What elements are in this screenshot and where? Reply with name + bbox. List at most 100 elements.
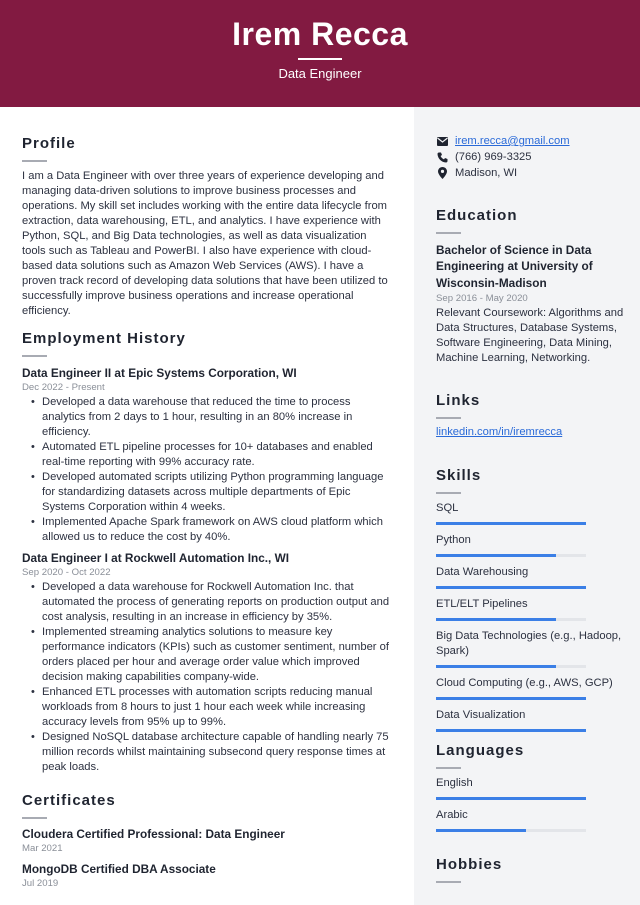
hobbies-section: Hobbies	[436, 856, 626, 883]
languages-section: Languages English Arabic	[436, 742, 626, 840]
skill-item-level-bar	[436, 696, 586, 700]
skill-item: Data Warehousing	[436, 565, 626, 589]
section-divider	[436, 232, 461, 234]
skill-item-level-fill	[436, 617, 556, 621]
language-item: English	[436, 776, 626, 800]
language-item-label: Arabic	[436, 808, 468, 821]
section-divider	[22, 817, 47, 819]
employment-section: Employment History Data Engineer II at E…	[22, 330, 392, 775]
contact-email: irem.recca@gmail.com	[436, 133, 570, 149]
language-item: Arabic	[436, 808, 626, 832]
sidebar: irem.recca@gmail.com (766) 969-3325 Madi…	[414, 107, 640, 905]
section-title: Hobbies	[436, 856, 503, 873]
skill-item: Cloud Computing (e.g., AWS, GCP)	[436, 676, 626, 700]
skill-item-level-fill	[436, 728, 586, 732]
skill-item-label: SQL	[436, 501, 459, 514]
job-bullet: Automated ETL pipeline processes for 10+…	[22, 440, 392, 470]
languages-list: English Arabic	[436, 776, 626, 832]
job-bullet: Enhanced ETL processes with automation s…	[22, 685, 392, 730]
job-dates: Dec 2022 - Present	[22, 381, 105, 393]
skill-item-level-bar	[436, 521, 586, 525]
certificate-date: Mar 2021	[22, 842, 63, 854]
section-divider	[436, 492, 461, 494]
skill-item-level-fill	[436, 585, 586, 589]
header-divider	[298, 58, 342, 60]
skill-item-level-bar	[436, 664, 586, 668]
language-item-level-fill	[436, 828, 526, 832]
job-title: Data Engineer II at Epic Systems Corpora…	[22, 365, 297, 380]
phone-icon	[436, 151, 448, 163]
section-title: Education	[436, 207, 518, 224]
job-title: Data Engineer I at Rockwell Automation I…	[22, 550, 289, 565]
section-title: Certificates	[22, 792, 116, 809]
section-divider	[436, 881, 461, 883]
skill-item-label: Cloud Computing (e.g., AWS, GCP)	[436, 676, 613, 689]
skill-item: Python	[436, 533, 626, 557]
section-divider	[22, 355, 47, 357]
linkedin-link[interactable]: linkedin.com/in/iremrecca	[436, 426, 562, 438]
certificates-section: Certificates Cloudera Certified Professi…	[22, 792, 392, 889]
phone-number: (766) 969-3325	[455, 151, 532, 163]
skill-item-level-bar	[436, 553, 586, 557]
contact-section: irem.recca@gmail.com (766) 969-3325 Madi…	[436, 133, 570, 181]
job-entry: Data Engineer II at Epic Systems Corpora…	[22, 366, 392, 545]
skill-item-level-fill	[436, 521, 586, 525]
location-text: Madison, WI	[455, 167, 518, 179]
job-bullet: Developed a data warehouse for Rockwell …	[22, 580, 392, 625]
section-title: Profile	[22, 135, 76, 152]
contact-phone: (766) 969-3325	[436, 149, 570, 165]
skills-list: SQL Python Data Warehousing ETL/ELT Pipelin…	[436, 501, 626, 732]
candidate-name: Irem Recca	[232, 16, 408, 52]
skill-item: Big Data Technologies (e.g., Hadoop, Spa…	[436, 629, 626, 668]
contact-location: Madison, WI	[436, 165, 570, 181]
skill-item-label: Data Visualization	[436, 708, 526, 721]
links-section: Links linkedin.com/in/iremrecca	[436, 392, 626, 438]
skill-item-level-bar	[436, 617, 586, 621]
degree-title: Bachelor of Science in Data Engineering …	[436, 242, 593, 290]
resume-header: Irem Recca Data Engineer	[0, 0, 640, 107]
job-bullet: Implemented Apache Spark framework on AW…	[22, 515, 392, 545]
skill-item-level-bar	[436, 585, 586, 589]
education-section: Education Bachelor of Science in Data En…	[436, 207, 626, 366]
skill-item: Data Visualization	[436, 708, 626, 732]
language-item-level-fill	[436, 796, 586, 800]
profile-text: I am a Data Engineer with over three yea…	[22, 169, 388, 317]
section-divider	[436, 417, 461, 419]
education-dates: Sep 2016 - May 2020	[436, 293, 528, 304]
skill-item-level-fill	[436, 696, 586, 700]
skills-section: Skills SQL Python Data Warehousing ETL/ELT …	[436, 467, 626, 740]
certificate-name: Cloudera Certified Professional: Data En…	[22, 826, 285, 841]
job-bullets: Developed a data warehouse for Rockwell …	[22, 580, 392, 775]
language-item-level-bar	[436, 796, 586, 800]
language-item-label: English	[436, 776, 473, 789]
section-divider	[22, 160, 47, 162]
language-item-level-bar	[436, 828, 586, 832]
skill-item: ETL/ELT Pipelines	[436, 597, 626, 621]
certificate-name: MongoDB Certified DBA Associate	[22, 861, 216, 876]
skill-item-label: Data Warehousing	[436, 565, 529, 578]
skill-item-level-bar	[436, 728, 586, 732]
skill-item-label: Big Data Technologies (e.g., Hadoop, Spa…	[436, 629, 622, 657]
email-link[interactable]: irem.recca@gmail.com	[455, 135, 570, 147]
certificate-item: Cloudera Certified Professional: Data En…	[22, 827, 392, 854]
certificate-date: Jul 2019	[22, 877, 59, 889]
section-divider	[436, 767, 461, 769]
job-entry: Data Engineer I at Rockwell Automation I…	[22, 551, 392, 775]
job-bullet: Designed NoSQL database architecture cap…	[22, 730, 392, 775]
skill-item: SQL	[436, 501, 626, 525]
profile-section: Profile I am a Data Engineer with over t…	[22, 135, 392, 319]
map-pin-icon	[436, 167, 448, 179]
section-title: Skills	[436, 467, 482, 484]
education-details: Relevant Coursework: Algorithms and Data…	[436, 307, 624, 364]
section-title: Links	[436, 392, 481, 409]
skill-item-level-fill	[436, 553, 556, 557]
job-bullet: Implemented streaming analytics solution…	[22, 625, 392, 685]
section-title: Languages	[436, 742, 525, 759]
envelope-icon	[436, 135, 448, 147]
skill-item-level-fill	[436, 664, 556, 668]
job-bullet: Developed automated scripts utilizing Py…	[22, 470, 392, 515]
skill-item-label: Python	[436, 533, 471, 546]
job-bullets: Developed a data warehouse that reduced …	[22, 395, 392, 545]
section-title: Employment History	[22, 330, 186, 347]
job-bullet: Developed a data warehouse that reduced …	[22, 395, 392, 440]
